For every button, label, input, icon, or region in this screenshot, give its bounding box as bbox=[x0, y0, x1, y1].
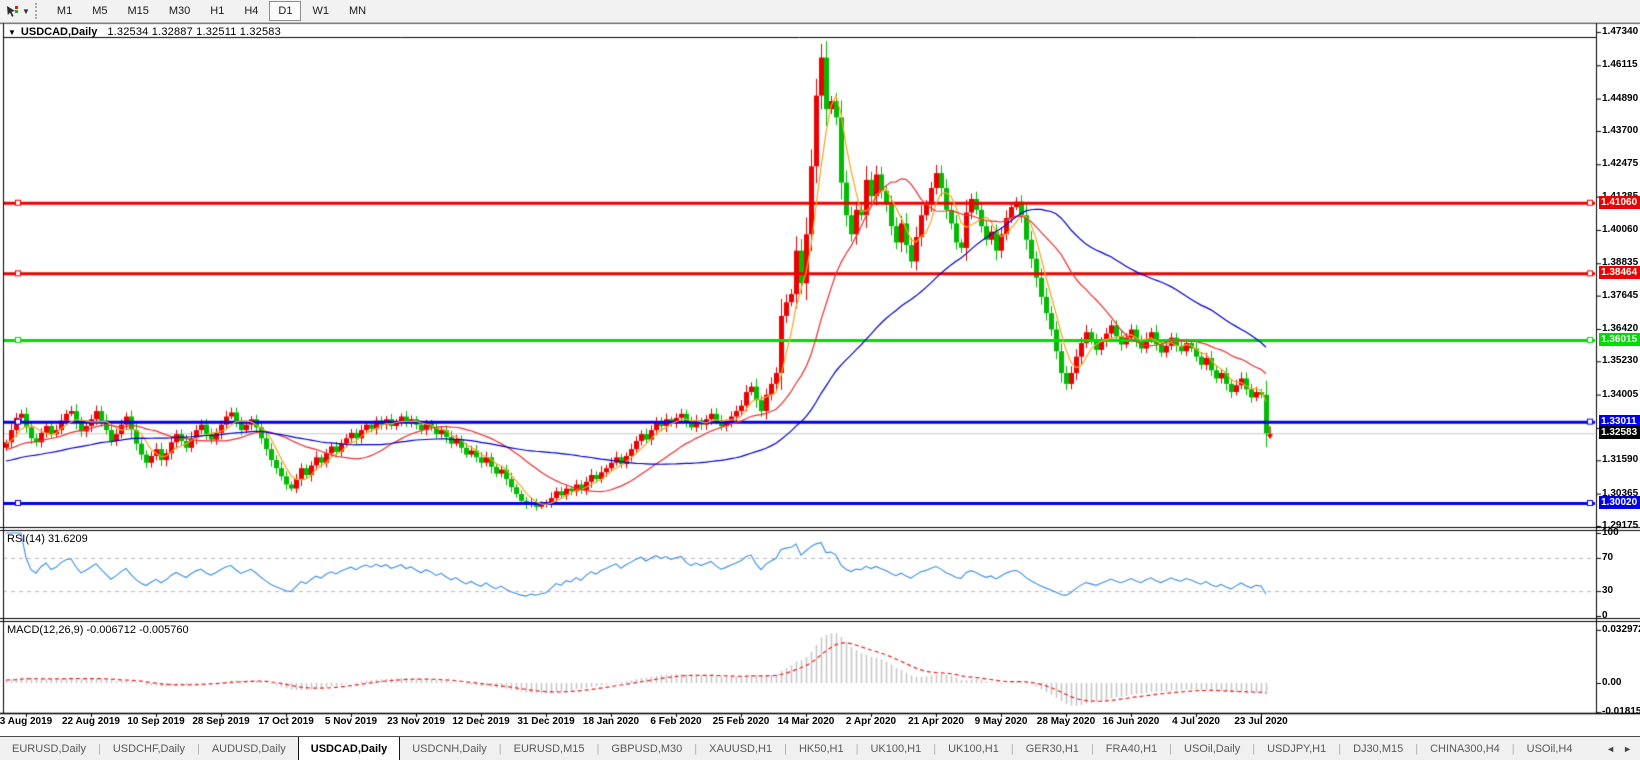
timeframe-button-w1[interactable]: W1 bbox=[303, 1, 338, 21]
tab-scroll-left-icon[interactable]: ◄ bbox=[1606, 744, 1615, 754]
chart-tab-gbpusd-m30[interactable]: GBPUSD,M30 bbox=[599, 737, 694, 760]
timeframe-button-m30[interactable]: M30 bbox=[160, 1, 199, 21]
rsi-axis-tick-label: 30 bbox=[1602, 585, 1613, 596]
chart-tab-usoil-daily[interactable]: USOil,Daily bbox=[1172, 737, 1252, 760]
price-axis-tick-label: 1.37645 bbox=[1602, 290, 1638, 301]
price-axis-tick-label: 1.43700 bbox=[1602, 125, 1638, 136]
rsi-axis-tick-label: 70 bbox=[1602, 552, 1613, 563]
timeframe-button-h4[interactable]: H4 bbox=[235, 1, 267, 21]
chart-tab-usdjpy-h1[interactable]: USDJPY,H1 bbox=[1255, 737, 1338, 760]
macd-panel-label: MACD(12,26,9) -0.006712 -0.005760 bbox=[7, 624, 189, 636]
tab-scroll-buttons: ◄► bbox=[1598, 737, 1640, 760]
chart-tab-audusd-daily[interactable]: AUDUSD,Daily bbox=[200, 737, 298, 760]
price-axis-tick-label: 1.31590 bbox=[1602, 454, 1638, 465]
timeframe-button-d1[interactable]: D1 bbox=[269, 1, 301, 21]
tab-scroll-right-icon[interactable]: ► bbox=[1623, 744, 1632, 754]
timeframe-button-m5[interactable]: M5 bbox=[83, 1, 116, 21]
top-toolbar: ▼ M1M5M15M30H1H4D1W1MN bbox=[0, 0, 1640, 23]
price-line-badge: 1.36015 bbox=[1599, 333, 1640, 346]
chart-tab-dj30-m15[interactable]: DJ30,M15 bbox=[1341, 737, 1415, 760]
collapse-arrow-icon[interactable]: ▼ bbox=[8, 28, 16, 37]
timeframe-button-h1[interactable]: H1 bbox=[201, 1, 233, 21]
chevron-down-icon[interactable]: ▼ bbox=[22, 7, 30, 16]
chart-title: ▼ USDCAD,Daily 1.32534 1.32887 1.32511 1.3… bbox=[8, 26, 281, 38]
chart-tab-ger30-h1[interactable]: GER30,H1 bbox=[1014, 737, 1091, 760]
price-axis-tick-label: 1.44890 bbox=[1602, 93, 1638, 104]
rsi-axis-tick-label: 100 bbox=[1602, 527, 1619, 538]
timeframe-button-m1[interactable]: M1 bbox=[48, 1, 81, 21]
toolbar-grip[interactable] bbox=[35, 3, 41, 19]
date-axis-label: 23 Jul 2020 bbox=[1216, 716, 1306, 727]
price-axis-tick-label: 1.34005 bbox=[1602, 389, 1638, 400]
macd-axis-tick-label: 0.032972 bbox=[1602, 624, 1640, 635]
chart-ohlc-values: 1.32534 1.32887 1.32511 1.32583 bbox=[107, 26, 281, 38]
timeframe-button-mn[interactable]: MN bbox=[340, 1, 375, 21]
macd-axis-tick-label: -0.018154 bbox=[1602, 706, 1640, 717]
price-line-badge: 1.30020 bbox=[1599, 496, 1640, 509]
chart-tab-eurusd-daily[interactable]: EURUSD,Daily bbox=[0, 737, 98, 760]
price-axis-tick-label: 1.35230 bbox=[1602, 355, 1638, 366]
chart-tab-fra40-h1[interactable]: FRA40,H1 bbox=[1094, 737, 1169, 760]
price-line-badge: 1.32583 bbox=[1599, 426, 1640, 439]
chart-tab-bar: EURUSD,Daily|USDCHF,Daily|AUDUSD,DailyUS… bbox=[0, 736, 1640, 760]
price-line-badge: 1.41060 bbox=[1599, 196, 1640, 209]
chart-tab-usdcnh-daily[interactable]: USDCNH,Daily bbox=[400, 737, 499, 760]
chart-tab-xauusd-h1[interactable]: XAUUSD,H1 bbox=[697, 737, 784, 760]
chart-tab-usdcad-daily[interactable]: USDCAD,Daily bbox=[298, 737, 400, 760]
price-axis-tick-label: 1.42475 bbox=[1602, 158, 1638, 169]
rsi-axis-tick-label: 0 bbox=[1602, 610, 1608, 621]
chart-tab-uk100-h1[interactable]: UK100,H1 bbox=[936, 737, 1011, 760]
crosshair-tool-icon[interactable] bbox=[3, 3, 21, 19]
chart-symbol-label: USDCAD,Daily bbox=[21, 26, 97, 38]
price-axis-tick-label: 1.40060 bbox=[1602, 224, 1638, 235]
chart-tab-china300-h4[interactable]: CHINA300,H4 bbox=[1418, 737, 1512, 760]
rsi-panel-label: RSI(14) 31.6209 bbox=[7, 533, 88, 545]
timeframe-button-m15[interactable]: M15 bbox=[118, 1, 157, 21]
price-chart-canvas[interactable] bbox=[0, 0, 1640, 759]
price-axis-tick-label: 1.46115 bbox=[1602, 59, 1638, 70]
price-line-badge: 1.38464 bbox=[1599, 266, 1640, 279]
chart-tab-hk50-h1[interactable]: HK50,H1 bbox=[787, 737, 856, 760]
timeframe-button-group: M1M5M15M30H1H4D1W1MN bbox=[47, 1, 376, 21]
chart-tab-usdchf-daily[interactable]: USDCHF,Daily bbox=[101, 737, 197, 760]
macd-axis-tick-label: 0.00 bbox=[1602, 677, 1621, 688]
price-axis-tick-label: 1.47340 bbox=[1602, 26, 1638, 37]
chart-tab-eurusd-m15[interactable]: EURUSD,M15 bbox=[502, 737, 597, 760]
chart-tab-usoil-h4[interactable]: USOil,H4 bbox=[1515, 737, 1585, 760]
chart-tab-uk100-h1[interactable]: UK100,H1 bbox=[858, 737, 933, 760]
